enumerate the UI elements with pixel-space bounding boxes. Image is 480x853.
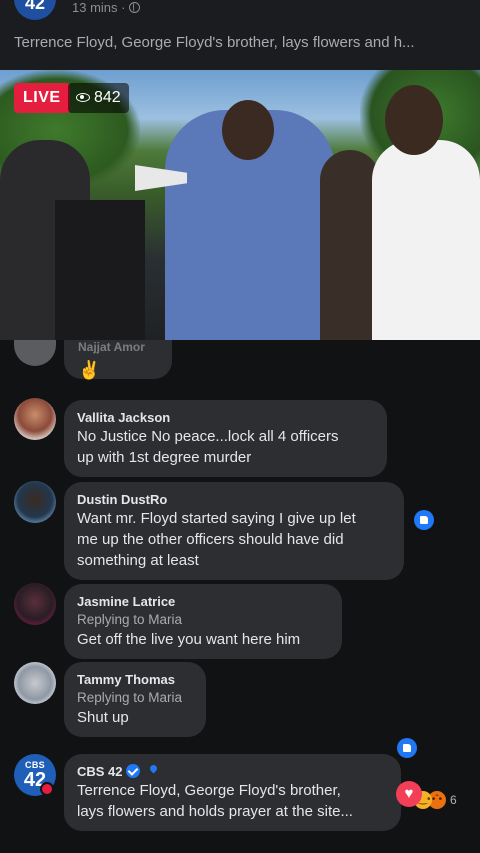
comment-text: something at least: [77, 552, 199, 569]
reaction-count: 6: [450, 793, 457, 807]
commenter-name[interactable]: Tammy Thomas: [77, 671, 193, 688]
post-caption[interactable]: Terrence Floyd, George Floyd's brother, …: [14, 34, 470, 51]
globe-icon: [129, 2, 141, 13]
commenter-name[interactable]: Vallita Jackson: [77, 409, 374, 426]
victory-hand-emoji: ✌: [78, 360, 101, 380]
commenter-name[interactable]: Najjat Amor: [78, 340, 145, 354]
comment-text: lays flowers and holds prayer at the sit…: [77, 803, 353, 820]
live-badge: LIVE: [14, 83, 70, 113]
post-time-text: 13 mins ·: [72, 0, 126, 15]
pin-icon: [146, 765, 158, 777]
comment-text: Want mr. Floyd started saying I give up …: [77, 510, 356, 527]
comment-text: me up the other officers should have did: [77, 531, 344, 548]
video-scene-microphones: [55, 200, 145, 340]
comment-bubble[interactable]: Vallita Jackson No Justice No peace...lo…: [64, 400, 387, 477]
verified-icon: [125, 764, 140, 778]
comment-bubble[interactable]: Tammy Thomas Replying to Maria Shut up: [64, 662, 206, 737]
viewer-count-badge: 842: [68, 83, 129, 113]
page-avatar-label: 42: [24, 0, 46, 13]
post-timestamp: 13 mins ·: [72, 0, 141, 15]
eye-icon: [76, 93, 90, 102]
comment-text: Terrence Floyd, George Floyd's brother,: [77, 782, 341, 799]
avatar[interactable]: [14, 583, 56, 625]
commenter-name[interactable]: CBS 42: [77, 763, 388, 780]
avatar[interactable]: [14, 481, 56, 523]
avatar[interactable]: [14, 662, 56, 704]
comment-bubble[interactable]: Dustin DustRo Want mr. Floyd started say…: [64, 482, 404, 580]
like-reaction-icon[interactable]: [397, 738, 417, 758]
comment-text: Shut up: [77, 709, 129, 726]
commenter-name-text: CBS 42: [77, 764, 123, 779]
live-indicator-dot: [40, 782, 54, 796]
avatar[interactable]: [14, 398, 56, 440]
video-scene-speaker-head: [222, 100, 274, 160]
commenter-name[interactable]: Jasmine Latrice: [77, 593, 329, 610]
viewer-count: 842: [94, 89, 121, 106]
like-reaction-icon[interactable]: [414, 510, 434, 530]
comment-list[interactable]: Najjat Amor ✌ Vallita Jackson No Justice…: [0, 340, 480, 853]
avatar[interactable]: [14, 340, 56, 366]
post-header: 42 13 mins · Terrence Floyd, George Floy…: [0, 0, 480, 70]
video-scene-person: [320, 150, 380, 340]
comment-text: up with 1st degree murder: [77, 449, 252, 466]
heart-reaction-icon: ♥: [396, 781, 422, 807]
video-scene-person-head: [385, 85, 443, 155]
comment-bubble[interactable]: CBS 42 Terrence Floyd, George Floyd's br…: [64, 754, 401, 831]
reply-context[interactable]: Replying to Maria: [77, 610, 329, 629]
commenter-name[interactable]: Dustin DustRo: [77, 491, 391, 508]
reply-context[interactable]: Replying to Maria: [77, 688, 193, 707]
comment-text: No Justice No peace...lock all 4 officer…: [77, 428, 339, 445]
page-avatar[interactable]: 42: [14, 0, 56, 20]
live-video-player[interactable]: LIVE 842: [0, 70, 480, 340]
comment-text: Get off the live you want here him: [77, 631, 301, 648]
comment-bubble[interactable]: Jasmine Latrice Replying to Maria Get of…: [64, 584, 342, 659]
video-scene-person: [372, 140, 480, 340]
